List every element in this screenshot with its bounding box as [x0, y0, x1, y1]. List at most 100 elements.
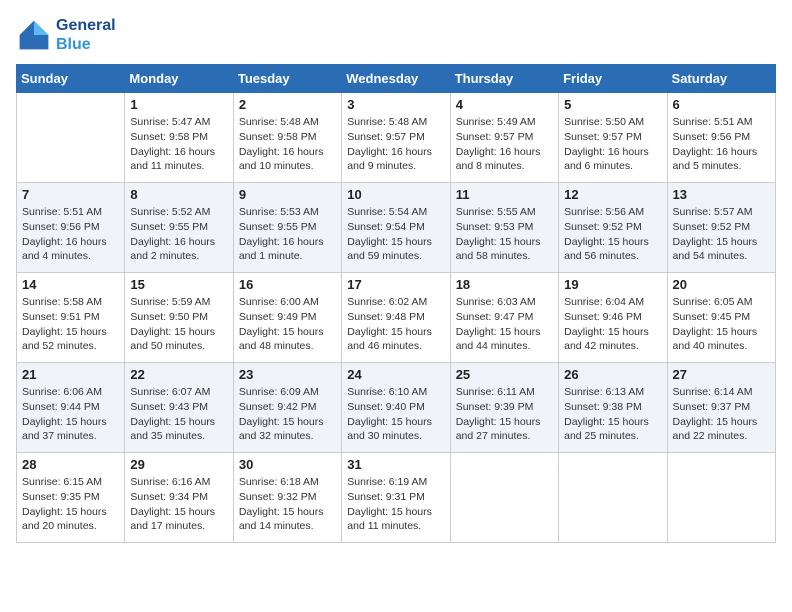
day-number: 3 — [347, 97, 444, 112]
day-number: 20 — [673, 277, 770, 292]
day-info: Sunrise: 6:03 AM Sunset: 9:47 PM Dayligh… — [456, 295, 553, 354]
day-number: 10 — [347, 187, 444, 202]
weekday-header: Saturday — [667, 65, 775, 93]
calendar-body: 1 Sunrise: 5:47 AM Sunset: 9:58 PM Daylig… — [17, 93, 776, 543]
day-number: 4 — [456, 97, 553, 112]
calendar-cell: 26 Sunrise: 6:13 AM Sunset: 9:38 PM Dayli… — [559, 363, 667, 453]
day-info: Sunrise: 5:52 AM Sunset: 9:55 PM Dayligh… — [130, 205, 227, 264]
day-number: 18 — [456, 277, 553, 292]
calendar-cell — [559, 453, 667, 543]
day-info: Sunrise: 5:47 AM Sunset: 9:58 PM Dayligh… — [130, 115, 227, 174]
day-number: 7 — [22, 187, 119, 202]
calendar-cell: 22Sunrise: 6:07 AM Sunset: 9:43 PM Dayli… — [125, 363, 233, 453]
day-number: 17 — [347, 277, 444, 292]
calendar-cell: 21 Sunrise: 6:06 AM Sunset: 9:44 PM Dayli… — [17, 363, 125, 453]
day-number: 21 — [22, 367, 119, 382]
weekday-header: Tuesday — [233, 65, 341, 93]
calendar-cell: 30 Sunrise: 6:18 AM Sunset: 9:32 PM Dayli… — [233, 453, 341, 543]
calendar-cell: 15 Sunrise: 5:59 AM Sunset: 9:50 PM Dayli… — [125, 273, 233, 363]
calendar-cell: 4 Sunrise: 5:49 AM Sunset: 9:57 PM Daylig… — [450, 93, 558, 183]
day-number: 13 — [673, 187, 770, 202]
calendar-cell: 16 Sunrise: 6:00 AM Sunset: 9:49 PM Dayli… — [233, 273, 341, 363]
weekday-header: Friday — [559, 65, 667, 93]
day-info: Sunrise: 5:53 AM Sunset: 9:55 PM Dayligh… — [239, 205, 336, 264]
day-number: 16 — [239, 277, 336, 292]
calendar-table: SundayMondayTuesdayWednesdayThursdayFrid… — [16, 64, 776, 543]
day-number: 31 — [347, 457, 444, 472]
day-number: 28 — [22, 457, 119, 472]
day-number: 27 — [673, 367, 770, 382]
day-info: Sunrise: 6:10 AM Sunset: 9:40 PM Dayligh… — [347, 385, 444, 444]
day-number: 8 — [130, 187, 227, 202]
calendar-cell: 9 Sunrise: 5:53 AM Sunset: 9:55 PM Daylig… — [233, 183, 341, 273]
calendar-cell: 23 Sunrise: 6:09 AM Sunset: 9:42 PM Dayli… — [233, 363, 341, 453]
day-info: Sunrise: 6:09 AM Sunset: 9:42 PM Dayligh… — [239, 385, 336, 444]
logo: General Blue — [16, 16, 116, 54]
day-info: Sunrise: 6:18 AM Sunset: 9:32 PM Dayligh… — [239, 475, 336, 534]
day-info: Sunrise: 5:48 AM Sunset: 9:58 PM Dayligh… — [239, 115, 336, 174]
calendar-cell: 17 Sunrise: 6:02 AM Sunset: 9:48 PM Dayli… — [342, 273, 450, 363]
calendar-week: 7 Sunrise: 5:51 AM Sunset: 9:56 PM Daylig… — [17, 183, 776, 273]
calendar-cell: 2 Sunrise: 5:48 AM Sunset: 9:58 PM Daylig… — [233, 93, 341, 183]
day-number: 30 — [239, 457, 336, 472]
day-info: Sunrise: 5:49 AM Sunset: 9:57 PM Dayligh… — [456, 115, 553, 174]
calendar-cell — [450, 453, 558, 543]
day-info: Sunrise: 5:55 AM Sunset: 9:53 PM Dayligh… — [456, 205, 553, 264]
calendar-cell: 13 Sunrise: 5:57 AM Sunset: 9:52 PM Dayli… — [667, 183, 775, 273]
day-info: Sunrise: 5:59 AM Sunset: 9:50 PM Dayligh… — [130, 295, 227, 354]
calendar-cell: 12 Sunrise: 5:56 AM Sunset: 9:52 PM Dayli… — [559, 183, 667, 273]
day-info: Sunrise: 5:48 AM Sunset: 9:57 PM Dayligh… — [347, 115, 444, 174]
day-number: 9 — [239, 187, 336, 202]
day-number: 2 — [239, 97, 336, 112]
day-info: Sunrise: 6:11 AM Sunset: 9:39 PM Dayligh… — [456, 385, 553, 444]
day-info: Sunrise: 5:54 AM Sunset: 9:54 PM Dayligh… — [347, 205, 444, 264]
day-info: Sunrise: 6:04 AM Sunset: 9:46 PM Dayligh… — [564, 295, 661, 354]
day-info: Sunrise: 6:06 AM Sunset: 9:44 PM Dayligh… — [22, 385, 119, 444]
weekday-header: Monday — [125, 65, 233, 93]
calendar-cell: 3 Sunrise: 5:48 AM Sunset: 9:57 PM Daylig… — [342, 93, 450, 183]
day-info: Sunrise: 5:57 AM Sunset: 9:52 PM Dayligh… — [673, 205, 770, 264]
logo-text: General Blue — [56, 16, 116, 54]
day-number: 1 — [130, 97, 227, 112]
calendar-cell — [17, 93, 125, 183]
day-number: 22 — [130, 367, 227, 382]
day-info: Sunrise: 6:13 AM Sunset: 9:38 PM Dayligh… — [564, 385, 661, 444]
weekday-header: Sunday — [17, 65, 125, 93]
calendar-cell: 19Sunrise: 6:04 AM Sunset: 9:46 PM Dayli… — [559, 273, 667, 363]
day-number: 12 — [564, 187, 661, 202]
day-info: Sunrise: 6:19 AM Sunset: 9:31 PM Dayligh… — [347, 475, 444, 534]
calendar-cell: 24 Sunrise: 6:10 AM Sunset: 9:40 PM Dayli… — [342, 363, 450, 453]
calendar-week: 21 Sunrise: 6:06 AM Sunset: 9:44 PM Dayli… — [17, 363, 776, 453]
calendar-cell: 25 Sunrise: 6:11 AM Sunset: 9:39 PM Dayli… — [450, 363, 558, 453]
day-number: 23 — [239, 367, 336, 382]
calendar-cell: 14 Sunrise: 5:58 AM Sunset: 9:51 PM Dayli… — [17, 273, 125, 363]
day-number: 24 — [347, 367, 444, 382]
calendar-cell: 6Sunrise: 5:51 AM Sunset: 9:56 PM Daylig… — [667, 93, 775, 183]
day-info: Sunrise: 5:56 AM Sunset: 9:52 PM Dayligh… — [564, 205, 661, 264]
day-info: Sunrise: 5:50 AM Sunset: 9:57 PM Dayligh… — [564, 115, 661, 174]
calendar-cell: 1 Sunrise: 5:47 AM Sunset: 9:58 PM Daylig… — [125, 93, 233, 183]
day-info: Sunrise: 6:14 AM Sunset: 9:37 PM Dayligh… — [673, 385, 770, 444]
day-info: Sunrise: 6:02 AM Sunset: 9:48 PM Dayligh… — [347, 295, 444, 354]
calendar-cell: 7 Sunrise: 5:51 AM Sunset: 9:56 PM Daylig… — [17, 183, 125, 273]
day-number: 15 — [130, 277, 227, 292]
calendar-cell: 28 Sunrise: 6:15 AM Sunset: 9:35 PM Dayli… — [17, 453, 125, 543]
calendar-cell: 8 Sunrise: 5:52 AM Sunset: 9:55 PM Daylig… — [125, 183, 233, 273]
calendar-week: 28 Sunrise: 6:15 AM Sunset: 9:35 PM Dayli… — [17, 453, 776, 543]
calendar-header: SundayMondayTuesdayWednesdayThursdayFrid… — [17, 65, 776, 93]
day-info: Sunrise: 5:51 AM Sunset: 9:56 PM Dayligh… — [673, 115, 770, 174]
day-number: 14 — [22, 277, 119, 292]
day-info: Sunrise: 6:00 AM Sunset: 9:49 PM Dayligh… — [239, 295, 336, 354]
calendar-week: 14 Sunrise: 5:58 AM Sunset: 9:51 PM Dayli… — [17, 273, 776, 363]
weekday-header: Wednesday — [342, 65, 450, 93]
day-info: Sunrise: 6:16 AM Sunset: 9:34 PM Dayligh… — [130, 475, 227, 534]
day-number: 25 — [456, 367, 553, 382]
logo-icon — [16, 17, 52, 53]
calendar-cell: 18 Sunrise: 6:03 AM Sunset: 9:47 PM Dayli… — [450, 273, 558, 363]
day-info: Sunrise: 5:58 AM Sunset: 9:51 PM Dayligh… — [22, 295, 119, 354]
day-number: 11 — [456, 187, 553, 202]
day-info: Sunrise: 5:51 AM Sunset: 9:56 PM Dayligh… — [22, 205, 119, 264]
day-number: 26 — [564, 367, 661, 382]
day-info: Sunrise: 6:15 AM Sunset: 9:35 PM Dayligh… — [22, 475, 119, 534]
page-header: General Blue — [16, 16, 776, 54]
